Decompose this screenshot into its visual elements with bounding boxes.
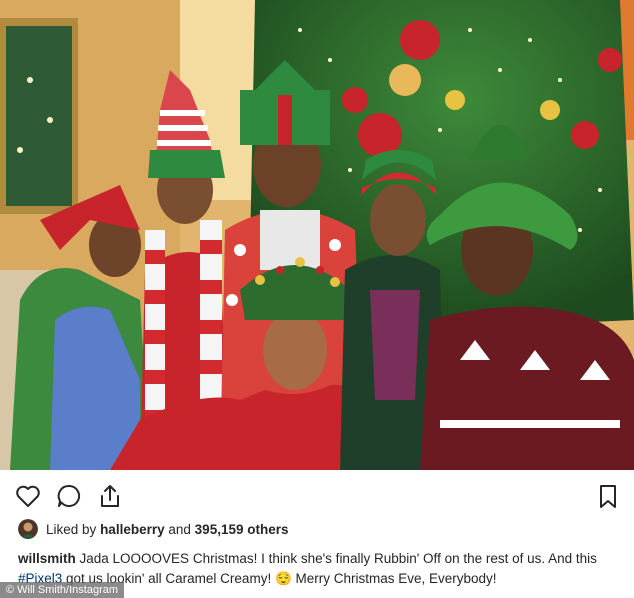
liked-user-link[interactable]: halleberry [100,522,165,537]
caption-text-1: Jada LOOOOVES Christmas! I think she's f… [75,551,597,566]
caption-text-2: got us lookin' all Caramel Creamy! 😌 Mer… [62,571,497,586]
liked-count-link[interactable]: 395,159 others [195,522,289,537]
liked-and: and [168,521,191,537]
liked-prefix: Liked by [46,521,97,537]
heart-icon[interactable] [14,482,42,510]
bookmark-icon[interactable] [594,482,622,510]
post-action-bar [0,470,634,520]
comment-icon[interactable] [55,482,83,510]
caption-username[interactable]: willsmith [18,551,76,566]
share-icon[interactable] [96,482,124,510]
photo-credit: © Will Smith/Instagram [0,582,125,598]
liked-by-row: Liked by halleberry and 395,159 others [18,519,288,539]
family-christmas-photo [0,0,634,470]
post-photo[interactable] [0,0,634,470]
avatar[interactable] [18,519,38,539]
